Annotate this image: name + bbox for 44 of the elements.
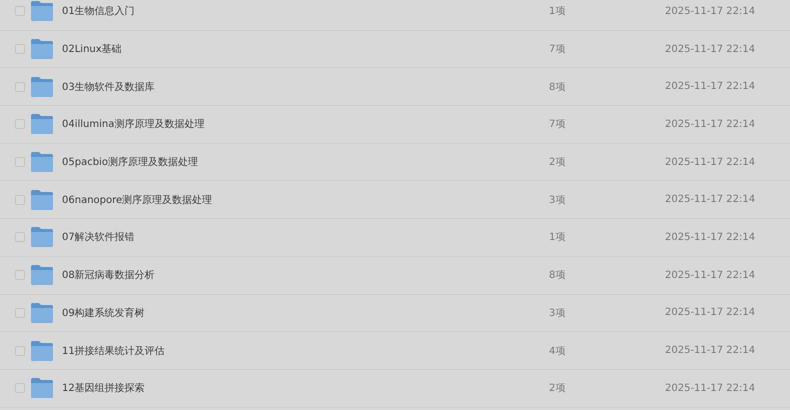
folder-name[interactable]: 09构建系统发育树 (62, 306, 549, 320)
folder-name[interactable]: 11拼接结果统计及评估 (62, 344, 549, 358)
item-count: 3项 (549, 306, 566, 320)
item-count: 1项 (549, 231, 566, 244)
modified-date: 2025-11-17 22:14 (665, 307, 756, 318)
folder-name[interactable]: 06nanopore测序原理及数据处理 (62, 192, 549, 207)
item-count: 8项 (549, 269, 566, 282)
item-count: 7项 (549, 43, 566, 56)
folder-icon (31, 190, 53, 210)
folder-icon (31, 1, 53, 22)
folder-icon (31, 152, 53, 172)
folder-name[interactable]: 04illumina测序原理及数据处理 (62, 117, 549, 132)
modified-date: 2025-11-17 22:14 (665, 232, 756, 243)
item-count: 7项 (549, 118, 566, 132)
item-count: 2项 (549, 382, 566, 396)
folder-icon (31, 302, 53, 323)
folder-icon (31, 378, 53, 398)
item-count: 8项 (549, 80, 566, 94)
item-count: 4项 (549, 344, 566, 358)
folder-name[interactable]: 03生物软件及数据库 (62, 80, 549, 94)
modified-date: 2025-11-17 22:14 (665, 345, 756, 356)
modified-date: 2025-11-17 22:14 (665, 44, 756, 55)
item-count: 3项 (549, 194, 566, 207)
modified-date: 2025-11-17 22:14 (665, 194, 756, 206)
modified-date: 2025-11-17 22:14 (665, 81, 756, 92)
folder-name[interactable]: 01生物信息入门 (62, 4, 549, 18)
folder-icon (31, 340, 53, 361)
modified-date: 2025-11-17 22:14 (665, 270, 756, 281)
item-count: 2项 (549, 156, 566, 170)
folder-icon (31, 114, 53, 134)
item-count: 1项 (549, 5, 566, 18)
folder-name[interactable]: 12基因组拼接探索 (62, 381, 549, 396)
folder-icon (31, 227, 53, 248)
folder-icon (31, 265, 53, 286)
folder-name[interactable]: 08新冠病毒数据分析 (62, 268, 549, 282)
modified-date: 2025-11-17 22:14 (665, 382, 756, 394)
folder-name[interactable]: 02Linux基础 (62, 42, 549, 56)
folder-name[interactable]: 05pacbio测序原理及数据处理 (62, 155, 549, 170)
folder-icon (31, 76, 53, 97)
modified-date: 2025-11-17 22:14 (665, 156, 756, 168)
modified-date: 2025-11-17 22:14 (665, 118, 756, 130)
folder-icon (31, 39, 53, 60)
modified-date: 2025-11-17 22:14 (665, 6, 756, 17)
folder-name[interactable]: 07解决软件报错 (62, 230, 549, 244)
